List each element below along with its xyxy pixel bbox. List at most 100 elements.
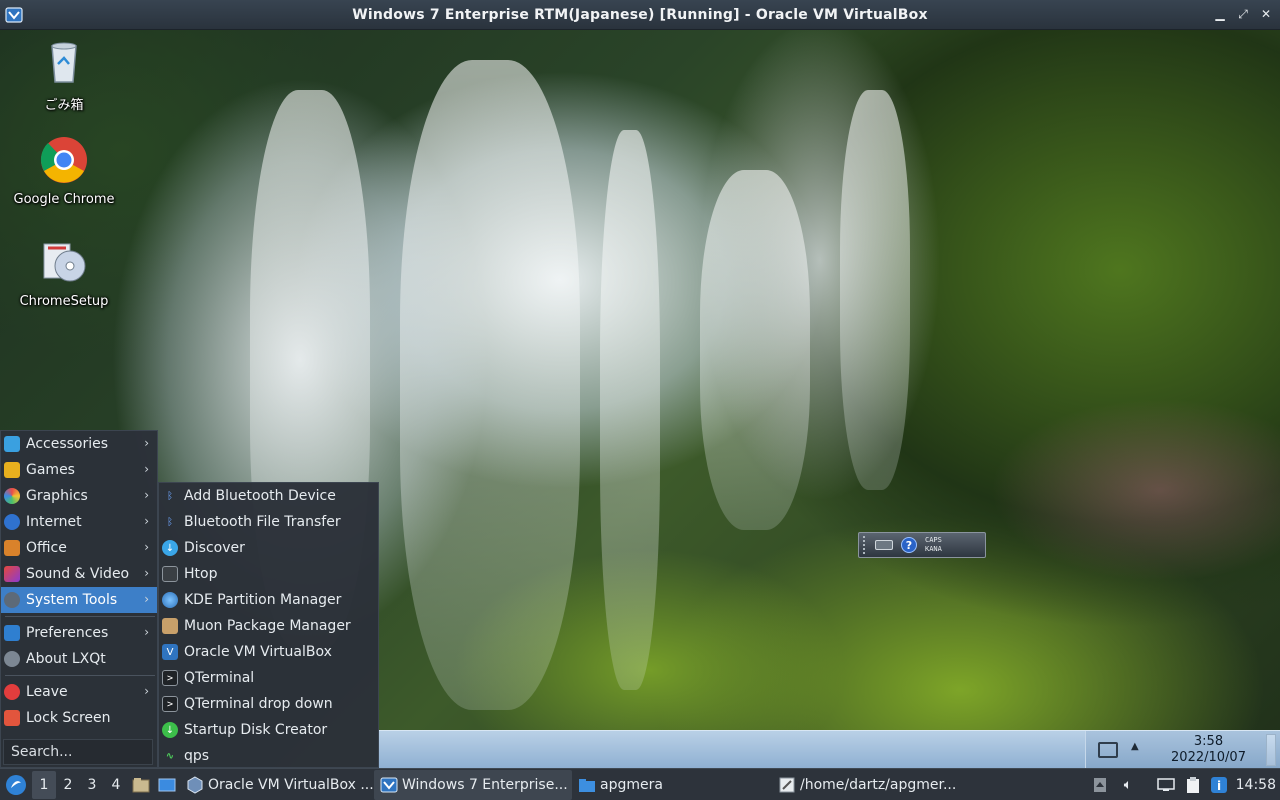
menu-item-label: About LXQt <box>26 651 106 667</box>
guest-clock-time: 3:58 <box>1193 734 1224 749</box>
virtualbox-vm-icon <box>380 777 398 792</box>
installer-icon <box>43 243 86 282</box>
submenu-item-muon-package-manager[interactable]: Muon Package Manager <box>159 613 378 639</box>
action-center-icon[interactable] <box>1098 742 1118 758</box>
menu-item-accessories[interactable]: Accessories › <box>1 431 157 457</box>
menu-item-office[interactable]: Office › <box>1 535 157 561</box>
chevron-right-icon: › <box>144 625 149 639</box>
desktop-switch-1[interactable]: 1 <box>32 770 56 799</box>
desktop-icon-chromesetup[interactable]: ChromeSetup <box>9 236 119 309</box>
submenu-item-bluetooth-file-transfer[interactable]: ᛒ Bluetooth File Transfer <box>159 509 378 535</box>
desktop-icon-google-chrome[interactable]: Google Chrome <box>9 134 119 207</box>
chevron-right-icon: › <box>144 488 149 502</box>
system-tools-icon <box>4 592 20 608</box>
show-desktop-button[interactable] <box>154 769 180 800</box>
show-desktop-button[interactable] <box>1266 734 1276 766</box>
process-monitor-icon: ∿ <box>165 750 175 762</box>
maximize-button[interactable]: ⤢ <box>1237 7 1249 21</box>
caps-label: CAPS <box>925 536 942 544</box>
internet-icon <box>4 514 20 530</box>
submenu-item-add-bluetooth-device[interactable]: ᛒ Add Bluetooth Device <box>159 483 378 509</box>
submenu-item-discover[interactable]: ↓ Discover <box>159 535 378 561</box>
desktop-switch-3[interactable]: 3 <box>80 771 104 799</box>
clipboard-icon[interactable] <box>1183 769 1203 800</box>
menu-item-leave[interactable]: Leave › <box>1 679 157 705</box>
chevron-right-icon: › <box>144 540 149 554</box>
main-menu-button[interactable] <box>0 769 32 800</box>
submenu-item-startup-disk-creator[interactable]: ↓ Startup Disk Creator <box>159 717 378 743</box>
close-button[interactable]: ✕ <box>1260 7 1272 21</box>
network-monitor-icon <box>1157 777 1175 791</box>
menu-item-label: Preferences <box>26 625 109 641</box>
menu-item-label: Lock Screen <box>26 710 111 726</box>
menu-item-label: Accessories <box>26 436 109 452</box>
panel-clock[interactable]: 14:58 <box>1236 769 1276 800</box>
guest-clock-date: 2022/10/07 <box>1171 750 1246 765</box>
menu-search-input[interactable]: Search... <box>3 739 153 765</box>
main-menu[interactable]: Accessories › Games › Graphics › Interne… <box>0 430 158 768</box>
menu-item-system-tools[interactable]: System Tools › <box>1 587 157 613</box>
show-desktop-icon <box>158 778 176 791</box>
guest-taskbar[interactable]: ▲ 3:58 2022/10/07 <box>379 730 1280 768</box>
language-bar[interactable]: ? CAPS KANA <box>858 532 986 558</box>
menu-item-internet[interactable]: Internet › <box>1 509 157 535</box>
guest-clock[interactable]: 3:58 2022/10/07 <box>1161 734 1256 766</box>
submenu-item-qterminal[interactable]: > QTerminal <box>159 665 378 691</box>
info-badge-icon: i <box>1211 776 1227 793</box>
bluetooth-icon: ᛒ <box>167 516 173 528</box>
task-label: apgmera <box>600 776 663 793</box>
multimedia-icon <box>4 566 20 582</box>
network-icon[interactable] <box>1155 769 1177 800</box>
caps-kana-indicator[interactable]: CAPS KANA <box>925 536 942 554</box>
menu-item-sound-video[interactable]: Sound & Video › <box>1 561 157 587</box>
submenu-item-qps[interactable]: ∿ qps <box>159 743 378 769</box>
guest-system-tray[interactable]: ▲ 3:58 2022/10/07 <box>1085 731 1280 768</box>
menu-item-label: Sound & Video <box>26 566 130 582</box>
update-notifier-icon[interactable]: i <box>1208 769 1230 800</box>
waterfall-streak <box>840 90 910 490</box>
lock-icon <box>4 710 20 726</box>
desktop-icon-label: ChromeSetup <box>19 294 109 309</box>
submenu-item-qterminal-drop-down[interactable]: > QTerminal drop down <box>159 691 378 717</box>
keyboard-icon[interactable] <box>875 540 893 550</box>
drag-handle[interactable] <box>863 536 867 554</box>
submenu-item-htop[interactable]: Htop <box>159 561 378 587</box>
desktop-switch-2[interactable]: 2 <box>56 771 80 799</box>
virtualbox-icon[interactable] <box>4 5 24 25</box>
clipboard-glyph-icon <box>1187 776 1199 793</box>
menu-item-graphics[interactable]: Graphics › <box>1 483 157 509</box>
menu-item-games[interactable]: Games › <box>1 457 157 483</box>
desktop-icon-label: ごみ箱 <box>44 98 84 113</box>
tray-expand-icon[interactable] <box>1090 769 1110 800</box>
volume-icon[interactable]: 🔈︎ <box>1117 769 1139 800</box>
menu-item-lock-screen[interactable]: Lock Screen <box>1 705 157 731</box>
bluetooth-icon: ᛒ <box>167 490 173 502</box>
quicklaunch-file-manager[interactable] <box>128 769 154 800</box>
task-home-dartz-apgmer[interactable]: /home/dartz/apgmer... <box>772 770 1072 800</box>
menu-item-preferences[interactable]: Preferences › <box>1 620 157 646</box>
discover-icon: ↓ <box>162 540 178 556</box>
menu-item-label: Games <box>26 462 75 478</box>
task-apgmera[interactable]: apgmera <box>572 770 772 800</box>
task-windows-7-enterprise[interactable]: Windows 7 Enterprise... <box>374 769 572 800</box>
task-label: Windows 7 Enterprise... <box>402 776 568 793</box>
desktop-icon-recycle-bin[interactable]: ごみ箱 <box>9 36 119 113</box>
window-titlebar[interactable]: Windows 7 Enterprise RTM(Japanese) [Runn… <box>0 0 1280 30</box>
submenu-item-label: Htop <box>184 566 218 582</box>
preferences-icon <box>4 625 20 641</box>
submenu-item-kde-partition-manager[interactable]: KDE Partition Manager <box>159 587 378 613</box>
desktop-icon-label: Google Chrome <box>13 192 115 207</box>
menu-item-label: Graphics <box>26 488 88 504</box>
help-icon[interactable]: ? <box>901 537 917 553</box>
system-tools-submenu[interactable]: ᛒ Add Bluetooth Device ᛒ Bluetooth File … <box>158 482 379 768</box>
office-icon <box>4 540 20 556</box>
package-icon <box>162 618 178 634</box>
menu-item-about-lxqt[interactable]: About LXQt <box>1 646 157 672</box>
minimize-button[interactable]: ▁ <box>1214 7 1226 21</box>
submenu-item-oracle-vm-virtualbox[interactable]: V Oracle VM VirtualBox <box>159 639 378 665</box>
taskbar-panel[interactable]: 1 2 3 4 Oracle VM VirtualBox ... Windows… <box>0 768 1280 800</box>
task-oracle-vm-virtualbox[interactable]: Oracle VM VirtualBox ... <box>180 770 374 800</box>
show-hidden-icons-icon[interactable]: ▲ <box>1131 741 1139 752</box>
partition-manager-icon <box>162 592 178 608</box>
desktop-switch-4[interactable]: 4 <box>104 771 128 799</box>
